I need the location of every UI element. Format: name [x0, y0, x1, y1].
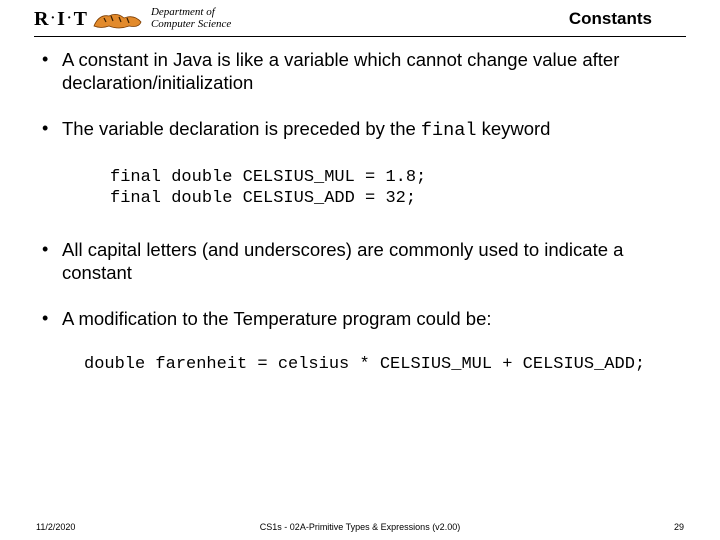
code-block-1: final double CELSIUS_MUL = 1.8; final do…: [110, 167, 684, 210]
rit-logo: R·I·T: [34, 4, 149, 34]
bullet-1: A constant in Java is like a variable wh…: [36, 49, 684, 94]
slide-title: Constants: [569, 9, 652, 29]
footer-center: CS1s - 02A-Primitive Types & Expressions…: [260, 522, 460, 532]
dept-line2: Computer Science: [151, 19, 231, 31]
bullet-list-2: All capital letters (and underscores) ar…: [36, 239, 684, 331]
code1-line2: final double CELSIUS_ADD = 32;: [110, 189, 416, 208]
rit-text: R·I·T: [34, 8, 89, 31]
code-block-2: double farenheit = celsius * CELSIUS_MUL…: [84, 355, 684, 374]
slide-header: R·I·T Department of Computer Science Con…: [34, 0, 686, 37]
bullet-list: A constant in Java is like a variable wh…: [36, 49, 684, 143]
bullet-2-code: final: [421, 120, 477, 141]
bullet-4: A modification to the Temperature progra…: [36, 308, 684, 331]
footer-page-number: 29: [674, 522, 684, 532]
bullet-2-text-a: The variable declaration is preceded by …: [62, 118, 421, 139]
logo-block: R·I·T Department of Computer Science: [34, 4, 231, 34]
bullet-2: The variable declaration is preceded by …: [36, 118, 684, 143]
department-label: Department of Computer Science: [151, 7, 231, 30]
slide-content: A constant in Java is like a variable wh…: [0, 37, 720, 374]
code1-line1: final double CELSIUS_MUL = 1.8;: [110, 168, 426, 187]
slide-footer: 11/2/2020 CS1s - 02A-Primitive Types & E…: [0, 522, 720, 532]
bullet-3: All capital letters (and underscores) ar…: [36, 239, 684, 284]
bullet-2-text-b: keyword: [476, 118, 550, 139]
tiger-icon: [89, 4, 149, 34]
footer-date: 11/2/2020: [36, 522, 75, 532]
